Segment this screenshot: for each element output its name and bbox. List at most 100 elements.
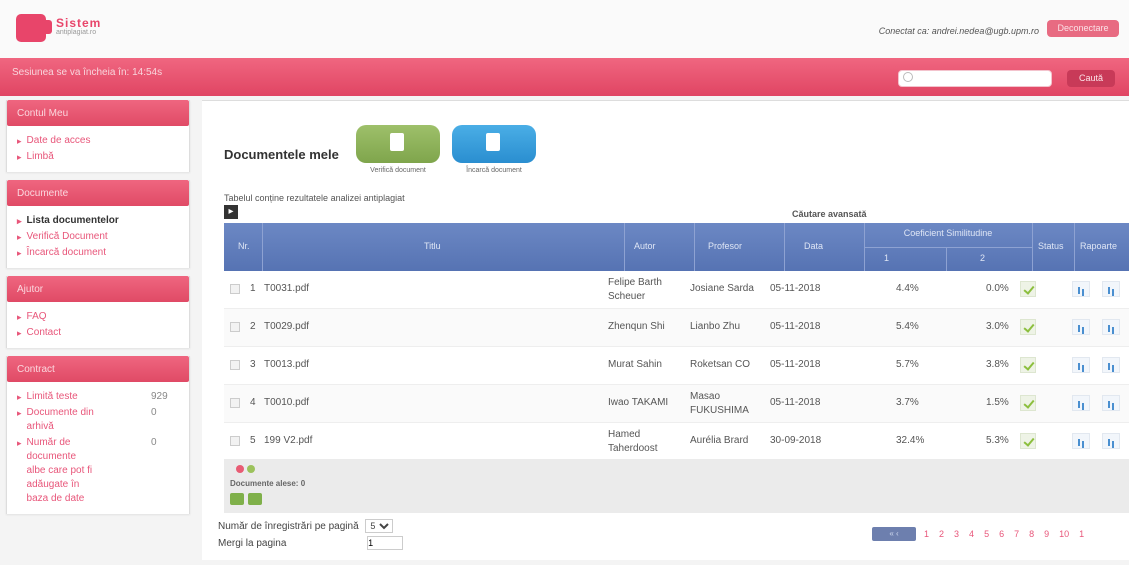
logo[interactable]: Sistem antiplagiat.ro xyxy=(16,13,116,43)
report-chart-icon[interactable] xyxy=(1072,281,1090,297)
col-date[interactable]: Data xyxy=(804,241,823,251)
table-row[interactable]: 3 T0013.pdf Murat Sahin Roketsan CO 05-1… xyxy=(224,347,1129,385)
row-checkbox[interactable] xyxy=(230,284,240,294)
report-chart-icon[interactable] xyxy=(1072,319,1090,335)
status-check-icon xyxy=(1020,395,1036,411)
advanced-search-link[interactable]: Căutare avansată xyxy=(792,209,867,219)
stat-label: Limită teste xyxy=(26,391,78,402)
page-link[interactable]: 7 xyxy=(1014,529,1019,539)
logout-button[interactable]: Deconectare xyxy=(1047,20,1119,37)
table-row[interactable]: 5 199 V2.pdf Hamed Taherdoost Aurélia Br… xyxy=(224,423,1129,461)
sidebar-item-language[interactable]: ▸ Limbă xyxy=(17,150,179,164)
row-title[interactable]: T0029.pdf xyxy=(264,321,309,332)
sidebar-account-title[interactable]: Contul Meu xyxy=(7,100,189,126)
page-link[interactable]: 4 xyxy=(969,529,974,539)
sidebar: Contul Meu ▸ Date de acces ▸ Limbă Documen… xyxy=(6,100,190,560)
col-status[interactable]: Status xyxy=(1038,241,1064,251)
contract-stat-archive-docs: ▸ Documente din arhivă 0 xyxy=(17,406,179,434)
page-link[interactable]: 9 xyxy=(1044,529,1049,539)
bullet-icon: ▸ xyxy=(17,438,22,448)
row-professor: Aurélia Brard xyxy=(690,435,749,446)
verify-document-button[interactable] xyxy=(356,125,440,163)
report-chart-icon[interactable] xyxy=(1072,395,1090,411)
bullet-icon: ▸ xyxy=(17,392,22,402)
goto-page-label: Mergi la pagina xyxy=(218,538,287,549)
sidebar-contract-box: Contract ▸ Limită teste 929 ▸ Documente din… xyxy=(6,356,190,514)
row-checkbox[interactable] xyxy=(230,398,240,408)
row-title[interactable]: T0031.pdf xyxy=(264,283,309,294)
sidebar-contract-title[interactable]: Contract xyxy=(7,356,189,382)
page-link[interactable]: 5 xyxy=(984,529,989,539)
col-nr[interactable]: Nr. xyxy=(238,241,250,251)
pagination: « ‹ 1 2 3 4 5 6 7 8 9 10 1 xyxy=(872,527,1094,541)
row-title[interactable]: 199 V2.pdf xyxy=(264,435,312,446)
table-row[interactable]: 4 T0010.pdf Iwao TAKAMI Masao FUKUSHIMA … xyxy=(224,385,1129,423)
add-selected-icon[interactable] xyxy=(230,493,244,505)
row-coef2: 3.8% xyxy=(986,359,1009,370)
row-checkbox[interactable] xyxy=(230,360,240,370)
upload-icon xyxy=(486,133,500,151)
row-title[interactable]: T0013.pdf xyxy=(264,359,309,370)
table-row[interactable]: 1 T0031.pdf Felipe Barth Scheuer Josiane… xyxy=(224,271,1129,309)
page-link[interactable]: 10 xyxy=(1059,529,1069,539)
sidebar-item-verify[interactable]: ▸ Verifică Document xyxy=(17,230,179,244)
row-author: Hamed Taherdoost xyxy=(608,429,658,454)
session-bar: Sesiunea se va încheia în: 14:54s Caută xyxy=(0,58,1129,96)
row-nr: 5 xyxy=(250,435,256,446)
search-input[interactable] xyxy=(898,70,1052,87)
page-link[interactable]: 1 xyxy=(924,529,929,539)
status-check-icon xyxy=(1020,357,1036,373)
sidebar-item-access[interactable]: ▸ Date de acces xyxy=(17,134,179,148)
col-title[interactable]: Titlu xyxy=(424,241,441,251)
export-selected-icon[interactable] xyxy=(248,493,262,505)
report-chart-icon[interactable] xyxy=(1102,395,1120,411)
pagination-prev-button[interactable]: « ‹ xyxy=(872,527,916,541)
row-date: 05-11-2018 xyxy=(770,321,821,332)
selection-actions xyxy=(230,493,266,508)
report-chart-icon[interactable] xyxy=(1102,281,1120,297)
report-chart-icon[interactable] xyxy=(1102,433,1120,449)
sidebar-item-label: FAQ xyxy=(26,311,47,322)
status-check-icon xyxy=(1020,319,1036,335)
row-author: Zhenqun Shi xyxy=(608,321,665,332)
col-author[interactable]: Autor xyxy=(634,241,656,251)
sidebar-item-faq[interactable]: ▸ FAQ xyxy=(17,310,179,324)
col-coef1[interactable]: 1 xyxy=(884,253,889,263)
sidebar-documents-title[interactable]: Documente xyxy=(7,180,189,206)
row-coef1: 3.7% xyxy=(896,397,919,408)
report-chart-icon[interactable] xyxy=(1102,357,1120,373)
col-divider xyxy=(694,223,695,271)
page-link[interactable]: 8 xyxy=(1029,529,1034,539)
sidebar-item-contact[interactable]: ▸ Contact xyxy=(17,326,179,340)
page-link[interactable]: 1 xyxy=(1079,529,1084,539)
sidebar-help-title[interactable]: Ajutor xyxy=(7,276,189,302)
table-row[interactable]: 2 T0029.pdf Zhenqun Shi Lianbo Zhu 05-11… xyxy=(224,309,1129,347)
col-professor[interactable]: Profesor xyxy=(708,241,742,251)
col-coef2[interactable]: 2 xyxy=(980,253,985,263)
report-chart-icon[interactable] xyxy=(1102,319,1120,335)
connected-user-text: Conectat ca: andrei.nedea@ugb.upm.ro xyxy=(878,26,1039,36)
search-button[interactable]: Caută xyxy=(1067,70,1115,87)
per-page-select[interactable]: 5 xyxy=(365,519,394,533)
row-checkbox[interactable] xyxy=(230,436,240,446)
row-checkbox[interactable] xyxy=(230,322,240,332)
row-title[interactable]: T0010.pdf xyxy=(264,397,309,408)
goto-page-control: Mergi la pagina xyxy=(218,536,404,550)
page-title: Documentele mele xyxy=(224,147,339,162)
page-link[interactable]: 3 xyxy=(954,529,959,539)
row-author: Felipe Barth Scheuer xyxy=(608,277,662,302)
sidebar-item-doc-list[interactable]: ▸ Lista documentelor xyxy=(17,214,179,228)
upload-document-button[interactable] xyxy=(452,125,536,163)
goto-page-input[interactable] xyxy=(367,536,404,550)
page-link[interactable]: 2 xyxy=(939,529,944,539)
col-divider xyxy=(262,223,263,271)
report-chart-icon[interactable] xyxy=(1072,357,1090,373)
table-body: 1 T0031.pdf Felipe Barth Scheuer Josiane… xyxy=(224,271,1129,461)
sidebar-item-label: Lista documentelor xyxy=(26,215,119,226)
toggle-panel-button[interactable]: ▸ xyxy=(224,205,238,219)
logo-mark-icon xyxy=(16,14,52,42)
sidebar-item-upload[interactable]: ▸ Încarcă document xyxy=(17,246,179,260)
col-divider xyxy=(1032,223,1033,271)
page-link[interactable]: 6 xyxy=(999,529,1004,539)
report-chart-icon[interactable] xyxy=(1072,433,1090,449)
